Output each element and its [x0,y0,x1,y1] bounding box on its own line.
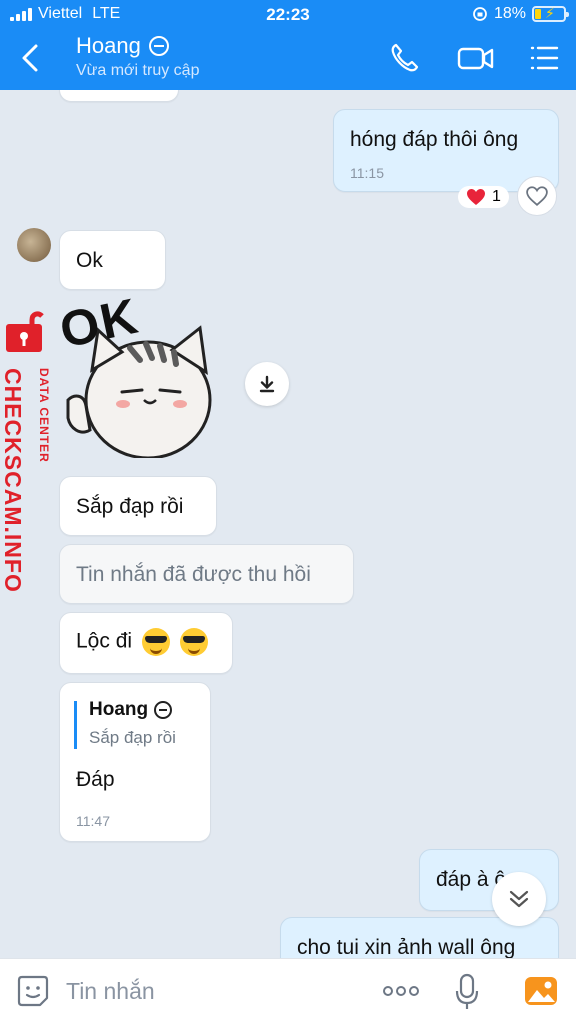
back-icon[interactable] [16,42,46,74]
reaction-badge[interactable]: 1 [458,186,509,208]
quote-bar [74,701,77,749]
microphone-icon[interactable] [454,973,480,1011]
message-text: cho tui xin ảnh wall ông [297,936,516,958]
message-text: Sắp đạp rồi [76,495,184,518]
quoted-sender-name: Hoang [89,699,149,720]
status-bar: Viettel LTE 22:23 18% ⚡ [0,0,576,30]
busy-status-icon [154,701,173,719]
message-bubble-received[interactable]: Sắp đạp rồi [59,476,217,536]
message-text: Đáp [76,768,115,791]
contact-name: Hoang [76,33,141,58]
message-bubble-partial[interactable] [59,90,179,102]
busy-status-icon [148,36,169,56]
react-button[interactable] [517,176,557,216]
chat-header: Viettel LTE 22:23 18% ⚡ Hoang Vừa mới tr… [0,0,576,90]
video-call-icon[interactable] [457,40,495,76]
message-content: Lộc đi [76,628,208,656]
phone-icon[interactable] [387,40,423,76]
message-text: Lộc đi [76,629,133,653]
quoted-text: Sắp đạp rồi [89,728,176,747]
contact-name-row: Hoang [76,33,199,59]
watermark-sub-text: DATA CENTER [37,368,51,463]
heart-icon [467,189,485,205]
sticker[interactable]: OK [55,287,235,470]
contact-status: Vừa mới truy cập [76,62,200,79]
recalled-message-text: Tin nhắn đã được thu hồi [76,563,311,586]
download-icon [259,375,275,393]
message-time: 11:47 [76,813,110,829]
reaction-count: 1 [492,188,501,205]
heart-outline-icon [526,186,548,206]
emoji-sticker-icon[interactable] [16,974,50,1008]
message-bubble-received[interactable]: Ok [59,230,166,290]
battery-icon: ⚡ [532,5,569,22]
more-icon[interactable] [382,983,420,999]
contact-info[interactable]: Hoang Vừa mới truy cập [76,33,199,80]
message-input[interactable]: Tin nhắn [66,978,155,1005]
message-list[interactable]: hóng đáp thôi ông 11:15 1 Ok OK Sắp đạp … [0,90,576,958]
message-input-bar: Tin nhắn [0,958,576,1024]
battery-percent: 18% [493,5,526,22]
download-button[interactable] [245,362,289,406]
watermark-main-text: CHECKSCAM.INFO [0,368,26,593]
sunglasses-emoji-icon [179,628,208,656]
quoted-sender: Hoang [89,699,173,721]
message-text: Ok [76,249,103,272]
scroll-to-bottom-button[interactable] [492,872,546,926]
message-bubble-recalled[interactable]: Tin nhắn đã được thu hồi [59,544,354,604]
lock-icon [6,311,44,352]
message-bubble-reply[interactable]: Hoang Sắp đạp rồi Đáp 11:47 [59,682,211,842]
rotation-lock-icon [473,7,487,21]
double-chevron-down-icon [509,890,529,908]
watermark: CHECKSCAM.INFO DATA CENTER [0,308,60,593]
message-text: hóng đáp thôi ông [350,128,519,151]
message-time: 11:15 [350,165,384,181]
menu-icon[interactable] [528,40,560,76]
message-bubble-received[interactable]: Lộc đi [59,612,233,674]
status-right: 18% ⚡ [472,5,569,23]
image-gallery-icon[interactable] [524,974,558,1008]
avatar[interactable] [17,228,51,262]
sunglasses-emoji-icon [141,628,170,656]
